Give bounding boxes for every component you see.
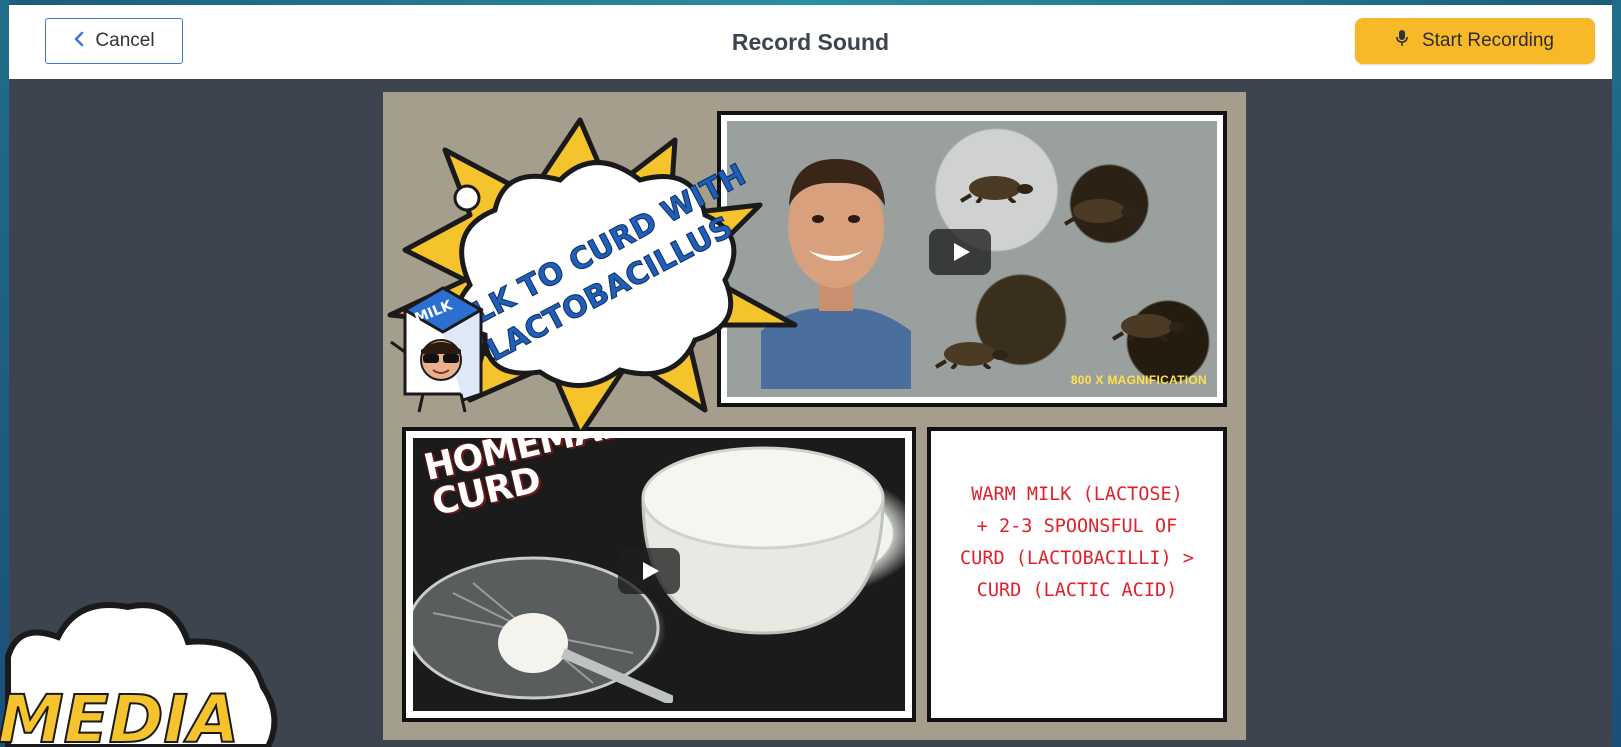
turtle-image [1111,314,1185,341]
play-icon[interactable] [929,229,991,275]
video-panel-homemade-curd: HOMEMADE CURD [402,427,916,722]
caption-line: CURD (LACTIC ACID) [976,580,1178,601]
record-sound-header: Cancel Record Sound Start Recording [9,5,1612,79]
caption-line: CURD (LACTOBACILLI) > [960,548,1194,569]
microphone-icon [1396,29,1408,53]
video-overlay-label: HOMEMADE CURD [420,438,655,525]
caption-line: WARM MILK (LACTOSE) [971,484,1183,505]
milk-carton-character: MILK [390,286,496,413]
start-recording-button[interactable]: Start Recording [1355,18,1595,64]
curd-bowl-image [641,446,885,635]
turtle-image [959,176,1033,203]
chevron-left-icon [73,31,85,51]
turtle-image [934,342,1008,369]
video-overlay-label: 800 X MAGNIFICATION [1070,373,1207,387]
comic-canvas: 800 X MAGNIFICATION HOMEMADE CURD WARM M… [383,92,1246,740]
caption-text: WARM MILK (LACTOSE) + 2-3 SPOONSFUL OF C… [931,479,1223,607]
play-icon[interactable] [618,548,680,594]
homemade-curd-video[interactable]: HOMEMADE CURD [413,438,905,711]
start-recording-label: Start Recording [1421,30,1554,51]
app-frame-right [1612,0,1621,747]
cancel-label: Cancel [95,30,155,51]
caption-panel: WARM MILK (LACTOSE) + 2-3 SPOONSFUL OF C… [927,427,1227,722]
cancel-button[interactable]: Cancel [45,18,183,64]
turtle-image [1063,199,1137,226]
media-label: MEDIA [0,681,239,747]
media-cloud-graphic: MEDIA [0,602,278,747]
caption-line: + 2-3 SPOONSFUL OF [976,516,1178,537]
